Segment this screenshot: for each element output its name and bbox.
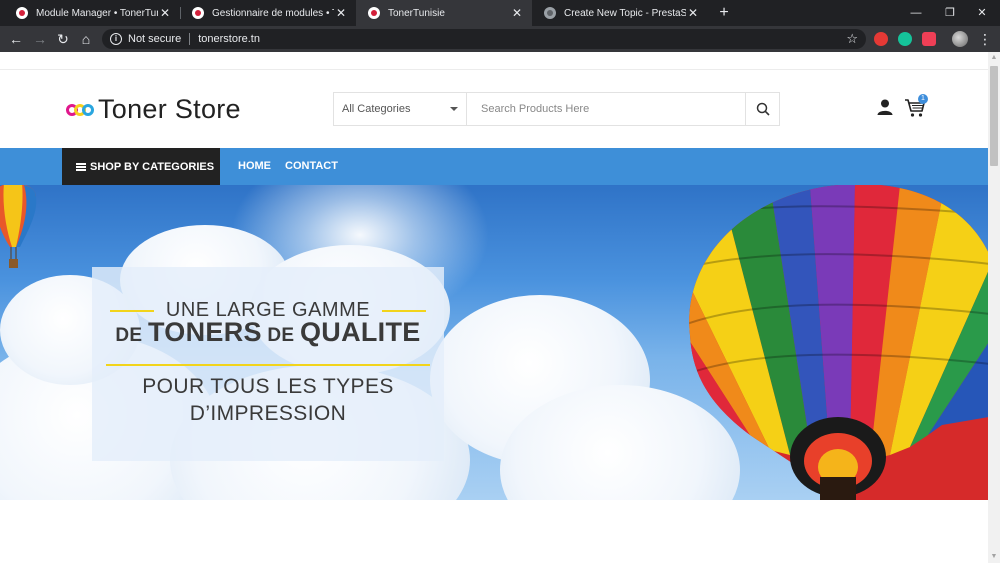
hamburger-menu-icon bbox=[76, 162, 86, 171]
small-hot-air-balloon bbox=[0, 185, 37, 268]
browser-tab[interactable]: Module Manager • TonerTunisie ✕ bbox=[4, 0, 180, 26]
toner-favicon-icon bbox=[368, 7, 380, 19]
site-logo[interactable]: Toner Store bbox=[66, 94, 241, 125]
cart-count-badge: 1 bbox=[918, 94, 928, 104]
toner-favicon-icon bbox=[16, 7, 28, 19]
home-icon[interactable]: ⌂ bbox=[76, 29, 96, 49]
main-navigation: SHOP BY CATEGORIES HOME CONTACT bbox=[0, 148, 988, 185]
search-icon bbox=[756, 102, 770, 116]
url-text[interactable]: tonerstore.tn bbox=[198, 33, 260, 45]
nav-link-contact[interactable]: CONTACT bbox=[285, 148, 338, 185]
logo-dots-icon bbox=[66, 103, 94, 116]
category-select-value: All Categories bbox=[342, 103, 411, 115]
new-tab-button[interactable]: + bbox=[714, 2, 734, 24]
browser-tab[interactable]: Gestionnaire de modules • Toner ✕ bbox=[180, 0, 356, 26]
bookmark-star-icon[interactable]: ☆ bbox=[846, 31, 858, 47]
yellow-rule bbox=[109, 309, 154, 312]
address-bar[interactable]: i Not secure tonerstore.tn ☆ bbox=[102, 29, 866, 49]
browser-toolbar: ← → ↻ ⌂ i Not secure tonerstore.tn ☆ ⋮ bbox=[0, 26, 1000, 52]
hero-line-2-mid: DE bbox=[261, 325, 300, 346]
nav-link-home[interactable]: HOME bbox=[238, 148, 271, 185]
security-label: Not secure bbox=[128, 33, 182, 45]
back-arrow-icon[interactable]: ← bbox=[6, 29, 26, 49]
toner-favicon-icon bbox=[192, 7, 204, 19]
tab-title: Gestionnaire de modules • Toner bbox=[212, 7, 334, 19]
hero-text-panel: UNE LARGE GAMME DE TONERS DE QUALITE POU… bbox=[92, 267, 444, 461]
category-select[interactable]: All Categories bbox=[334, 93, 467, 125]
search-input[interactable] bbox=[467, 93, 745, 125]
info-icon[interactable]: i bbox=[110, 33, 122, 45]
close-tab-icon[interactable]: ✕ bbox=[686, 6, 700, 20]
search-button[interactable] bbox=[745, 93, 779, 125]
browser-menu-icon[interactable]: ⋮ bbox=[978, 29, 992, 49]
hero-banner[interactable]: UNE LARGE GAMME DE TONERS DE QUALITE POU… bbox=[0, 185, 988, 500]
close-tab-icon[interactable]: ✕ bbox=[158, 6, 172, 20]
yellow-rule bbox=[382, 309, 427, 312]
scroll-up-arrow-icon[interactable]: ▲ bbox=[988, 52, 1000, 64]
reload-icon[interactable]: ↻ bbox=[53, 29, 73, 49]
shop-by-categories-button[interactable]: SHOP BY CATEGORIES bbox=[62, 148, 220, 185]
close-window-icon[interactable]: ✕ bbox=[964, 0, 1000, 26]
grammarly-extension-icon[interactable] bbox=[898, 32, 912, 46]
scrollbar-thumb[interactable] bbox=[990, 66, 998, 166]
address-divider bbox=[189, 33, 191, 45]
restore-window-icon[interactable]: ❐ bbox=[932, 0, 968, 26]
search-bar: All Categories bbox=[333, 92, 780, 126]
hero-line-2-prefix: DE bbox=[115, 325, 148, 346]
close-tab-icon[interactable]: ✕ bbox=[510, 6, 524, 20]
user-account-icon[interactable] bbox=[876, 98, 894, 116]
shop-by-categories-label: SHOP BY CATEGORIES bbox=[90, 160, 215, 173]
hero-line-3: POUR TOUS LES TYPES bbox=[142, 375, 394, 398]
globe-favicon-icon bbox=[544, 7, 556, 19]
scroll-down-arrow-icon[interactable]: ▼ bbox=[988, 551, 1000, 563]
tab-title: Module Manager • TonerTunisie bbox=[36, 7, 158, 19]
hero-line-2-toners: TONERS bbox=[147, 317, 262, 347]
browser-tab-active[interactable]: TonerTunisie ✕ bbox=[356, 0, 532, 26]
close-tab-icon[interactable]: ✕ bbox=[334, 6, 348, 20]
extension-shield-icon[interactable] bbox=[874, 32, 888, 46]
logo-text: Toner Store bbox=[98, 94, 241, 124]
profile-avatar[interactable] bbox=[952, 31, 968, 47]
minimize-window-icon[interactable]: — bbox=[898, 0, 934, 26]
hero-line-2-qualite: QUALITE bbox=[299, 317, 421, 347]
hero-line-4: D’IMPRESSION bbox=[189, 402, 347, 425]
tab-title: Create New Topic - PrestaShop F bbox=[564, 7, 686, 19]
page-scrollbar[interactable]: ▲ ▼ bbox=[988, 52, 1000, 563]
browser-tab[interactable]: Create New Topic - PrestaShop F ✕ bbox=[532, 0, 708, 26]
pocket-extension-icon[interactable] bbox=[922, 32, 936, 46]
page-viewport: Toner Store All Categories 1 SHOP BY CAT… bbox=[0, 52, 988, 563]
large-hot-air-balloon bbox=[689, 185, 988, 500]
tab-title: TonerTunisie bbox=[388, 7, 445, 19]
hero-line-2: DE TONERS DE QUALITE bbox=[92, 317, 444, 348]
browser-tab-strip: Module Manager • TonerTunisie ✕ Gestionn… bbox=[0, 0, 1000, 26]
yellow-rule bbox=[106, 364, 430, 366]
top-strip bbox=[0, 52, 988, 70]
chevron-down-icon bbox=[450, 107, 458, 111]
forward-arrow-icon[interactable]: → bbox=[30, 29, 50, 49]
